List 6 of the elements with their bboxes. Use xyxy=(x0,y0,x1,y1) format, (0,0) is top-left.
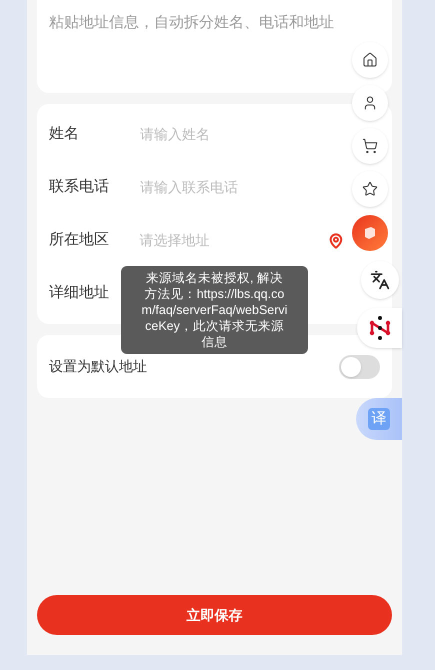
field-label: 联系电话 xyxy=(49,177,110,198)
error-tooltip: 来源域名未被授权, 解决方法见：https://lbs.qq.com/faq/serverFaq/webServiceKey，此次请求无来源信息 xyxy=(121,266,308,354)
default-address-label: 设置为默认地址 xyxy=(49,357,147,376)
field-label: 所在地区 xyxy=(49,230,110,250)
field-label: 详细地址 xyxy=(49,283,110,304)
field-label: 姓名 xyxy=(49,124,80,144)
